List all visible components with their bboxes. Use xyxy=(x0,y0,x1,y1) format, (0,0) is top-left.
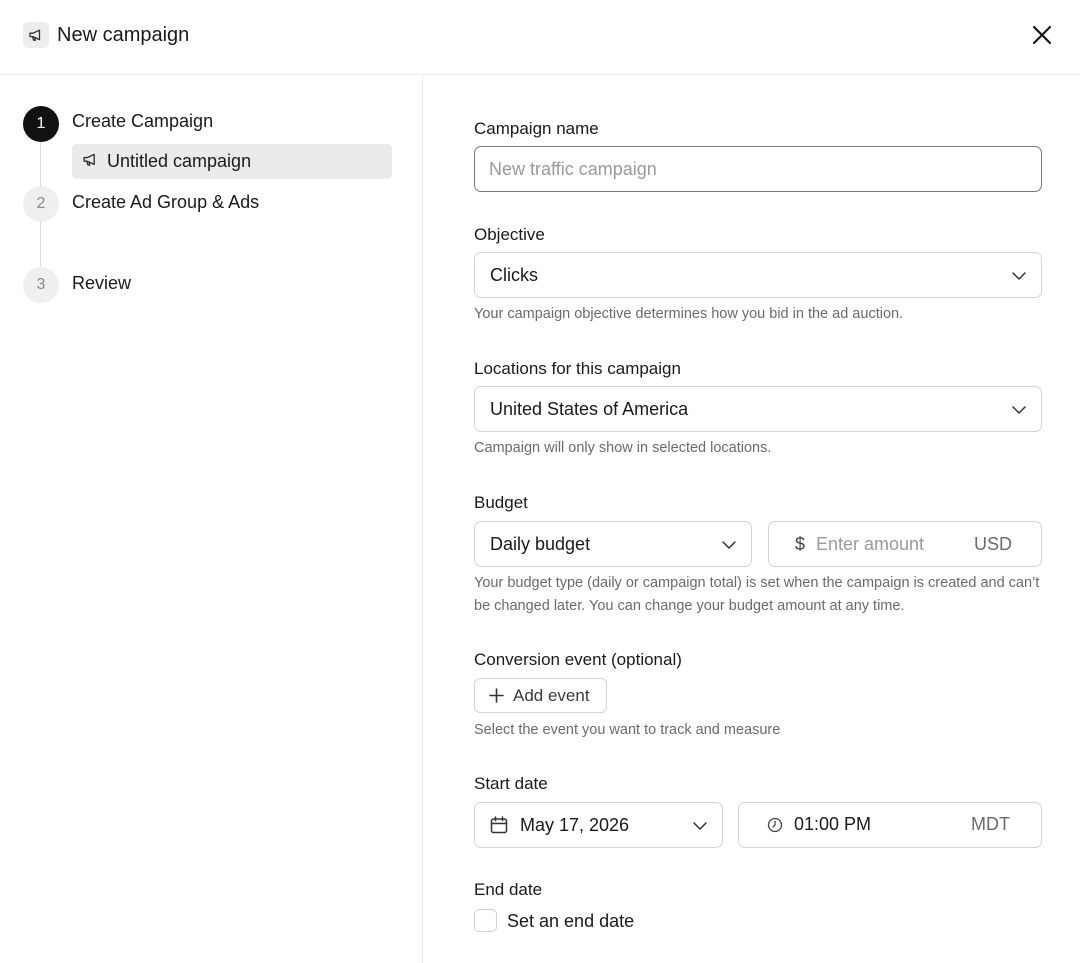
megaphone-icon xyxy=(23,22,49,48)
chevron-down-icon xyxy=(722,541,736,549)
close-icon xyxy=(1032,25,1052,45)
currency-code: USD xyxy=(974,533,1013,554)
step-review[interactable]: Review xyxy=(72,271,131,295)
timezone-label: MDT xyxy=(971,814,1010,834)
budget-amount-field: $ USD xyxy=(768,521,1042,567)
chevron-down-icon xyxy=(1012,406,1026,414)
step-1-indicator: 1 xyxy=(23,106,59,142)
add-event-label: Add event xyxy=(513,685,590,705)
close-button[interactable] xyxy=(1026,19,1058,51)
conversion-event-help: Select the event you want to track and m… xyxy=(474,722,781,738)
end-date-checkbox[interactable] xyxy=(474,909,497,932)
sidebar-item-untitled-campaign[interactable]: Untitled campaign xyxy=(72,144,392,179)
end-date-checkbox-label[interactable]: Set an end date xyxy=(507,909,634,933)
clock-icon xyxy=(767,817,783,833)
budget-amount-input[interactable] xyxy=(816,522,966,566)
step-create-ad-group[interactable]: Create Ad Group & Ads xyxy=(72,190,259,214)
objective-value: Clicks xyxy=(490,264,538,285)
start-time-picker[interactable]: 01:00 PM MDT xyxy=(738,802,1042,848)
step-connector xyxy=(40,222,41,267)
locations-select[interactable]: United States of America xyxy=(474,386,1042,432)
locations-help: Campaign will only show in selected loca… xyxy=(474,440,772,456)
end-date-label: End date xyxy=(474,880,543,899)
budget-type-value: Daily budget xyxy=(490,533,591,554)
campaign-name-label: Campaign name xyxy=(474,119,599,138)
locations-value: United States of America xyxy=(490,398,689,419)
budget-label: Budget xyxy=(474,493,528,512)
objective-select[interactable]: Clicks xyxy=(474,252,1042,298)
conversion-event-label: Conversion event (optional) xyxy=(474,650,682,669)
budget-help: Your budget type (daily or campaign tota… xyxy=(474,575,1040,614)
plus-icon xyxy=(489,688,504,703)
campaign-name-input[interactable] xyxy=(474,146,1042,192)
modal-header: New campaign xyxy=(0,0,1080,75)
chevron-down-icon xyxy=(693,822,707,830)
step-create-campaign[interactable]: Create Campaign xyxy=(72,109,213,133)
start-time-value: 01:00 PM xyxy=(794,814,872,834)
start-date-value: May 17, 2026 xyxy=(520,814,630,835)
step-3-indicator: 3 xyxy=(23,267,59,303)
currency-symbol: $ xyxy=(795,533,806,554)
calendar-icon xyxy=(490,816,508,834)
megaphone-icon xyxy=(82,151,99,173)
step-2-indicator: 2 xyxy=(23,186,59,222)
chevron-down-icon xyxy=(1012,272,1026,280)
objective-label: Objective xyxy=(474,225,545,244)
objective-help: Your campaign objective determines how y… xyxy=(474,306,904,322)
budget-type-select[interactable]: Daily budget xyxy=(474,521,752,567)
modal-title: New campaign xyxy=(57,24,190,46)
start-date-picker[interactable]: May 17, 2026 xyxy=(474,802,723,848)
add-event-button[interactable]: Add event xyxy=(474,678,607,713)
locations-label: Locations for this campaign xyxy=(474,359,681,378)
sidebar-item-label: Untitled campaign xyxy=(107,151,252,171)
start-date-label: Start date xyxy=(474,774,548,793)
stepper-sidebar: 1 Create Campaign Untitled campaign 2 Cr… xyxy=(0,75,423,963)
